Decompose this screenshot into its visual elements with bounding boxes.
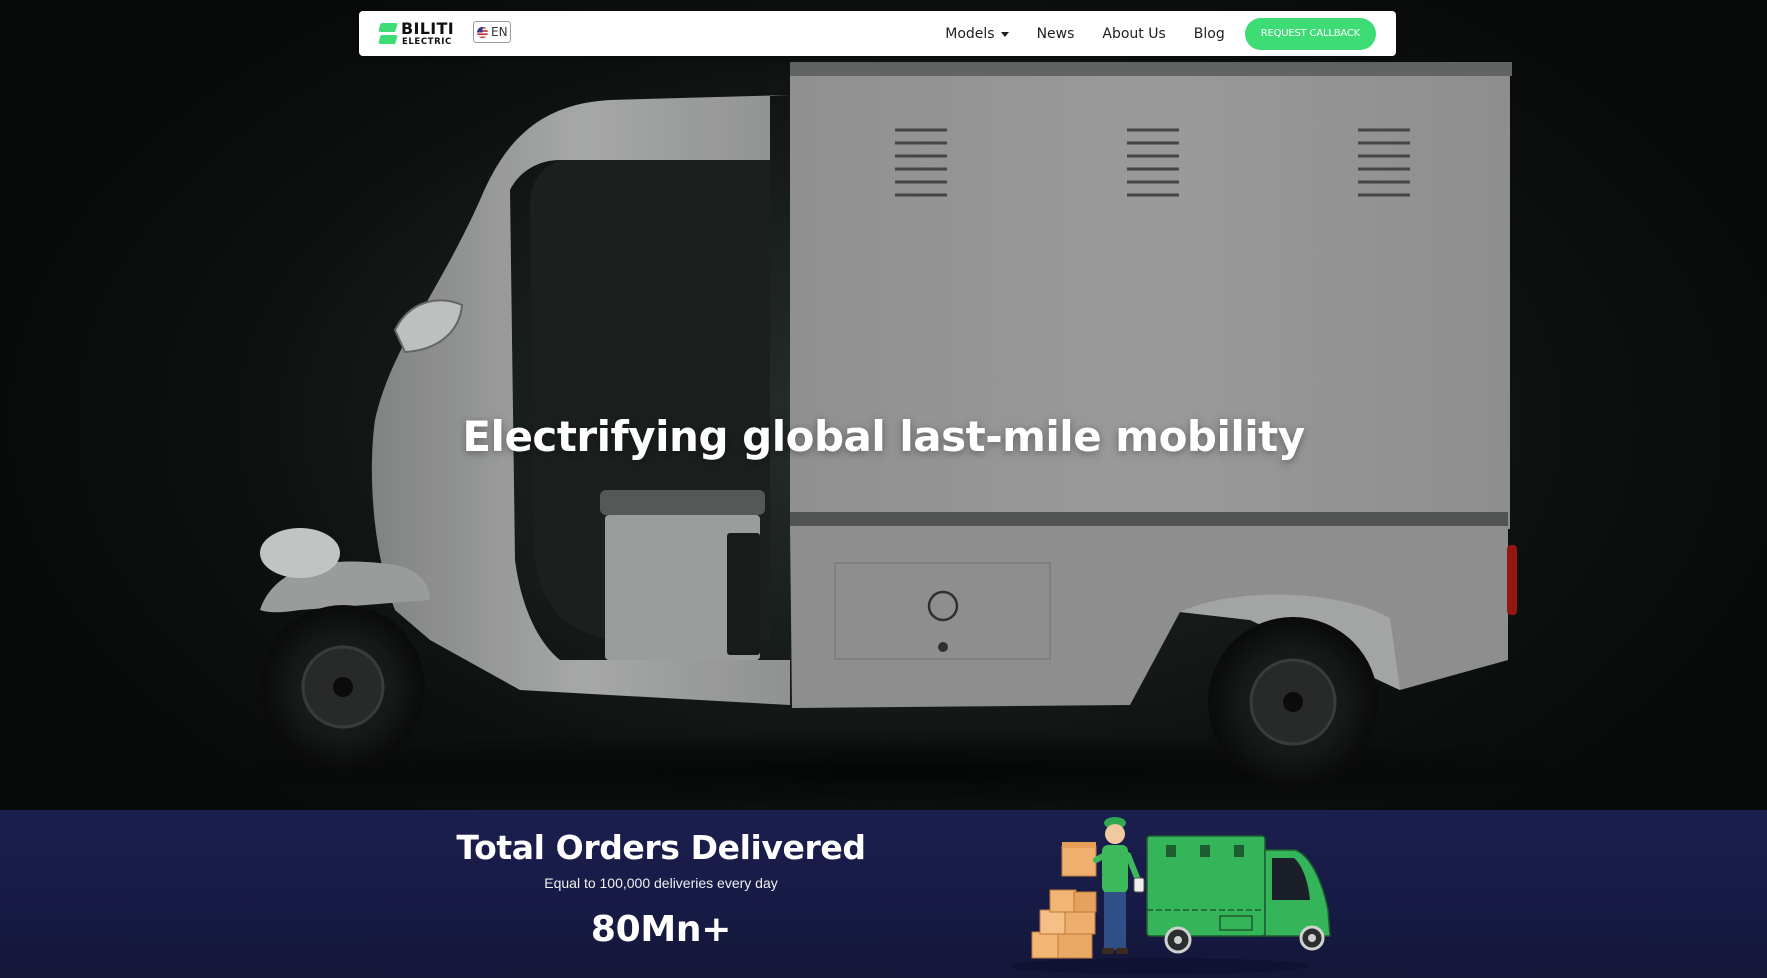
hero-section: Electrifying global last-mile mobility — [0, 0, 1767, 810]
hero-headline: Electrifying global last-mile mobility — [462, 412, 1305, 461]
language-selector[interactable]: EN — [473, 21, 511, 43]
logo-text-biliti: BILITI — [401, 19, 454, 38]
page: Electrifying global last-mile mobility B… — [0, 0, 1767, 978]
nav-link-models[interactable]: Models — [945, 25, 1009, 42]
logo-mark-icon — [378, 23, 398, 44]
nav-link-about-us[interactable]: About Us — [1102, 26, 1165, 42]
biliti-electric-logo[interactable]: BILITI ELECTRIC — [378, 21, 460, 47]
chevron-down-icon — [1000, 31, 1009, 37]
us-flag-icon — [477, 26, 488, 38]
stats-text-block: Total Orders Delivered Equal to 100,000 … — [411, 810, 911, 950]
logo-text-electric: ELECTRIC — [402, 37, 452, 47]
language-label: EN — [491, 25, 508, 39]
request-callback-button[interactable]: REQUEST CALLBACK — [1244, 17, 1376, 50]
hero-cargo-vehicle-image — [0, 0, 1767, 810]
stats-section: Total Orders Delivered Equal to 100,000 … — [0, 810, 1767, 978]
nav-link-news[interactable]: News — [1037, 26, 1075, 42]
delivery-person-illustration — [1010, 817, 1331, 974]
nav-links: Models News About Us Blog REQUEST CALLBA… — [945, 17, 1376, 50]
stats-title: Total Orders Delivered — [456, 828, 866, 867]
navbar: BILITI ELECTRIC EN Models News About Us … — [359, 11, 1396, 56]
stats-subtitle: Equal to 100,000 deliveries every day — [544, 875, 778, 891]
stats-value: 80Mn+ — [590, 909, 732, 950]
nav-link-blog[interactable]: Blog — [1194, 26, 1225, 42]
nav-link-models-label: Models — [945, 25, 995, 42]
